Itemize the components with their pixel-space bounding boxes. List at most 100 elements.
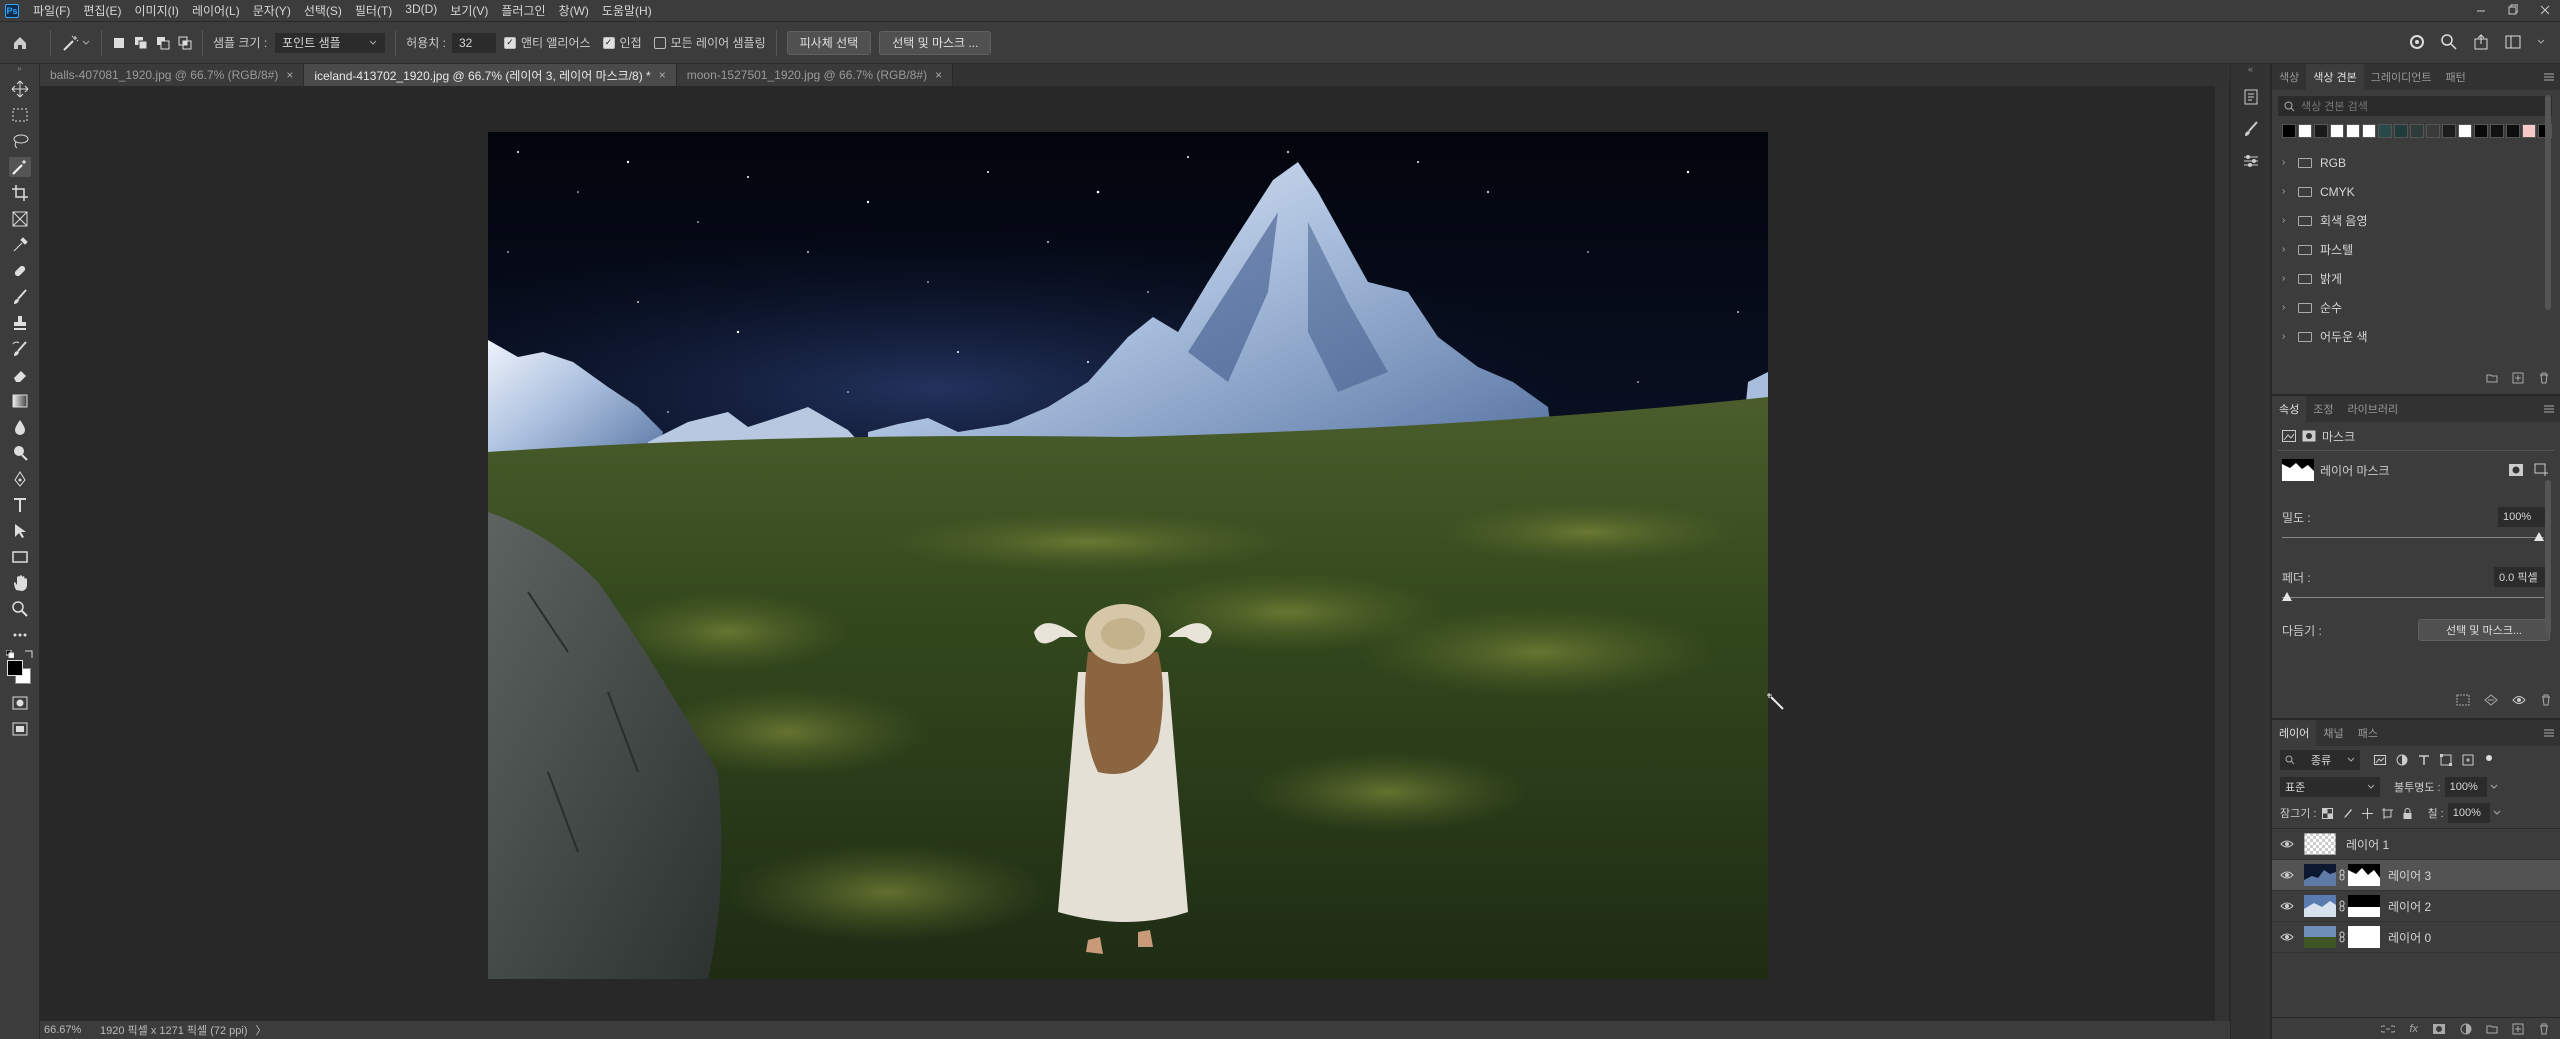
zoom-tool[interactable] (0, 596, 40, 622)
swatch-folder[interactable]: › CMYK (2272, 177, 2560, 206)
tab-layers[interactable]: 레이어 (2272, 720, 2317, 746)
tab-patterns[interactable]: 패턴 (2439, 64, 2473, 90)
workspace-icon[interactable] (2504, 33, 2522, 51)
swatch-folder[interactable]: › 밝게 (2272, 264, 2560, 293)
close-tab-icon[interactable]: × (659, 68, 666, 82)
color-swatch[interactable] (2394, 124, 2408, 138)
frame-tool[interactable] (0, 206, 40, 232)
visibility-eye-icon[interactable] (2280, 839, 2294, 849)
panel-menu-icon[interactable] (2544, 728, 2554, 738)
dodge-tool[interactable] (0, 440, 40, 466)
filter-toggle-icon[interactable] (2484, 754, 2494, 766)
opacity-input[interactable]: 100% (2444, 777, 2487, 797)
color-swatch[interactable] (2314, 124, 2328, 138)
trash-icon[interactable] (2538, 1023, 2550, 1035)
menu-select[interactable]: 선택(S) (304, 2, 342, 19)
new-group-icon[interactable] (2486, 372, 2498, 384)
new-adjustment-icon[interactable] (2460, 1023, 2472, 1035)
visibility-eye-icon[interactable] (2280, 870, 2294, 880)
color-swatch[interactable] (2474, 124, 2488, 138)
swatches-scrollbar[interactable] (2545, 95, 2551, 310)
swatch-folder[interactable]: › RGB (2272, 148, 2560, 177)
color-swatch[interactable] (2298, 124, 2312, 138)
tolerance-input[interactable]: 32 (451, 32, 496, 53)
minimize-icon[interactable] (2476, 3, 2486, 17)
swatch-search-field[interactable]: 색상 견본 검색 (2278, 96, 2552, 116)
type-tool[interactable] (0, 492, 40, 518)
menu-3d[interactable]: 3D(D) (405, 2, 437, 19)
fx-icon[interactable]: fx (2409, 1023, 2418, 1035)
trash-icon[interactable] (2538, 372, 2550, 384)
chevron-down-icon[interactable] (2536, 33, 2546, 51)
slider-thumb-icon[interactable] (2534, 532, 2544, 541)
canvas-area[interactable] (40, 86, 2215, 1021)
properties-scrollbar[interactable] (2545, 480, 2551, 635)
color-swatch[interactable] (2458, 124, 2472, 138)
swap-colors-icon[interactable] (24, 650, 33, 659)
fill-input[interactable]: 100% (2447, 803, 2490, 823)
trash-icon[interactable] (2540, 694, 2552, 706)
filter-adjustment-icon[interactable] (2396, 754, 2408, 766)
more-tools[interactable] (0, 622, 40, 648)
lock-transparency-icon[interactable] (2322, 807, 2334, 819)
color-swatch[interactable] (2282, 124, 2296, 138)
apply-mask-icon[interactable] (2484, 694, 2498, 706)
refine-select-and-mask-button[interactable]: 선택 및 마스크... (2418, 619, 2550, 641)
swatch-folder[interactable]: › 파스텔 (2272, 235, 2560, 264)
blur-tool[interactable] (0, 414, 40, 440)
chevron-down-icon[interactable] (2493, 809, 2501, 817)
blend-mode-select[interactable]: 표준 (2280, 777, 2380, 797)
brush-settings-icon[interactable] (2242, 120, 2260, 138)
color-swatch[interactable] (2378, 124, 2392, 138)
collapse-toolbar-icon[interactable]: » (0, 64, 39, 76)
color-swatch[interactable] (2410, 124, 2424, 138)
color-swatch[interactable] (2522, 124, 2536, 138)
filter-smart-object-icon[interactable] (2462, 754, 2474, 766)
mask-icon[interactable] (2302, 430, 2316, 442)
density-input[interactable]: 100% (2498, 507, 2550, 527)
anti-alias-checkbox[interactable]: ✓ 앤티 앨리어스 (503, 34, 591, 51)
lasso-tool[interactable] (0, 128, 40, 154)
history-brush-tool[interactable] (0, 336, 40, 362)
restore-icon[interactable] (2508, 3, 2518, 17)
brush-tool[interactable] (0, 284, 40, 310)
link-layers-icon[interactable] (2381, 1023, 2396, 1035)
select-subject-button[interactable]: 피사체 선택 (786, 30, 872, 55)
document-tab-active[interactable]: iceland-413702_1920.jpg @ 66.7% (레이어 3, … (304, 64, 677, 86)
layer-mask-thumbnail[interactable] (2348, 895, 2380, 917)
eraser-tool[interactable] (0, 362, 40, 388)
intersect-selection-icon[interactable] (178, 36, 192, 50)
tab-color[interactable]: 색상 (2272, 64, 2306, 90)
select-mask-icon[interactable] (2508, 462, 2524, 478)
marquee-tool[interactable] (0, 102, 40, 128)
lock-all-icon[interactable] (2402, 807, 2413, 819)
move-tool[interactable] (0, 76, 40, 102)
tab-properties[interactable]: 속성 (2272, 396, 2307, 422)
tab-adjustments[interactable]: 조정 (2306, 396, 2340, 422)
adjustments-icon[interactable] (2242, 152, 2260, 170)
new-group-icon[interactable] (2486, 1023, 2498, 1035)
close-tab-icon[interactable]: × (935, 68, 942, 82)
color-swatch[interactable] (2362, 124, 2376, 138)
swatch-folder[interactable]: › 순수 (2272, 293, 2560, 322)
rectangle-tool[interactable] (0, 544, 40, 570)
layer-mask-thumbnail[interactable] (2348, 864, 2380, 886)
path-selection-tool[interactable] (0, 518, 40, 544)
screen-mode-button[interactable] (0, 716, 40, 742)
filter-type-icon[interactable] (2418, 754, 2430, 766)
document-tab[interactable]: moon-1527501_1920.jpg @ 66.7% (RGB/8#) × (676, 64, 954, 86)
filter-pixel-icon[interactable] (2374, 754, 2386, 766)
menu-image[interactable]: 이미지(I) (134, 2, 178, 19)
add-mask-icon[interactable] (2432, 1023, 2446, 1035)
clone-stamp-tool[interactable] (0, 310, 40, 336)
foreground-color[interactable] (7, 660, 23, 676)
menu-view[interactable]: 보기(V) (450, 2, 488, 19)
vertical-scrollbar[interactable] (2215, 86, 2229, 1021)
eyedropper-tool[interactable] (0, 232, 40, 258)
menu-file[interactable]: 파일(F) (33, 2, 70, 19)
link-icon[interactable] (2339, 900, 2345, 912)
status-expand-icon[interactable]: 〉 (256, 1022, 267, 1038)
sample-size-select[interactable]: 포인트 샘플 (275, 32, 386, 53)
quick-mask-button[interactable] (0, 690, 40, 716)
tab-paths[interactable]: 패스 (2351, 720, 2385, 746)
